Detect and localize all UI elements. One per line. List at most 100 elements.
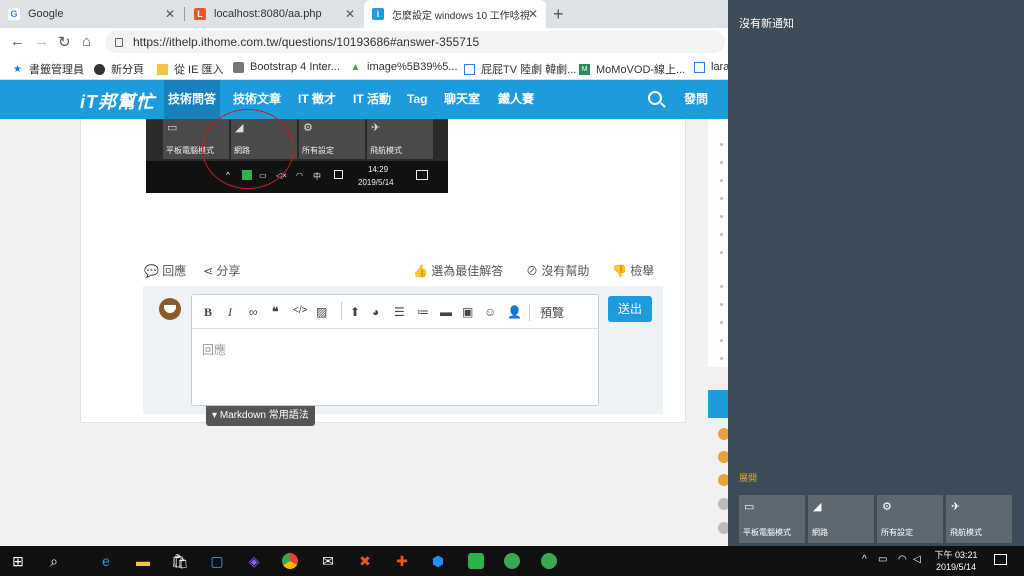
bookmark-item[interactable]: ★ 書籤管理員	[12, 61, 84, 77]
tablet-icon: ▭	[744, 501, 755, 513]
tab-localhost[interactable]: L localhost:8080/aa.php ✕	[186, 0, 363, 28]
italic-icon[interactable]: I	[228, 305, 232, 320]
nav-tag[interactable]: Tag	[403, 80, 431, 119]
bookmark-item[interactable]: lara	[694, 61, 729, 73]
code-icon[interactable]: </>	[293, 305, 307, 316]
nav-chat[interactable]: 聊天室	[440, 80, 484, 119]
wifi-icon[interactable]: ◠	[898, 554, 907, 565]
report-link[interactable]: 👎 檢舉	[612, 262, 654, 279]
ordered-list-icon[interactable]: ☰	[394, 305, 405, 319]
no-help-link[interactable]: ⊘ 沒有幫助	[526, 262, 589, 279]
nav-questions[interactable]: 技術問答	[164, 80, 221, 119]
tool-icon[interactable]: ✚	[392, 551, 412, 571]
clock-time: 下午 03:21	[934, 550, 978, 560]
star-icon: ★	[13, 63, 22, 75]
reload-icon[interactable]: ↻	[58, 33, 71, 51]
action-center-icon[interactable]	[994, 554, 1007, 565]
close-tab-icon[interactable]: ✕	[165, 7, 175, 21]
url-input[interactable]: https://ithelp.ithome.com.tw/questions/1…	[105, 31, 725, 53]
search-icon[interactable]	[648, 91, 662, 105]
reply-link[interactable]: 💬 回應	[144, 262, 186, 279]
xampp-icon[interactable]: ✖	[355, 551, 375, 571]
windows-taskbar: ⊞ ⌕ e ▬ 🛍 ▢ ◈ ✉ ✖ ✚ ⬢ ^ ▭ ◠ ◁ 下午 03:21 2…	[0, 546, 1024, 576]
youtube-icon[interactable]: ▣	[462, 305, 473, 319]
best-answer-link[interactable]: 👍 選為最佳解答	[413, 262, 503, 279]
app-icon[interactable]	[502, 551, 522, 571]
markdown-help-button[interactable]: ▾ Markdown 常用語法	[206, 406, 315, 426]
close-tab-icon[interactable]: ✕	[528, 7, 538, 21]
wifi-icon: ◠	[296, 171, 303, 180]
bookmark-item[interactable]: 從 IE 匯入	[157, 61, 224, 77]
embedded-time: 14:29	[368, 165, 389, 174]
visual-studio-icon[interactable]: ◈	[244, 551, 264, 571]
search-icon[interactable]: ⌕	[44, 551, 64, 571]
no-notifications-text: 沒有新通知	[739, 18, 794, 30]
user-icon[interactable]: 👤	[507, 305, 522, 319]
tag-icon[interactable]: ⬢	[428, 551, 448, 571]
site-navbar: iT邦幫忙 技術問答 技術文章 IT 徵才 IT 活動 Tag 聊天室 鐵人賽 …	[0, 80, 728, 119]
action-center-panel: 沒有新通知 展開 ▭ 平板電腦模式 ◢ 網路 ⚙ 所有設定 ✈ 飛航模式	[728, 0, 1024, 546]
new-tab-button[interactable]: +	[553, 4, 564, 25]
windows-start-icon[interactable]: ⊞	[8, 551, 28, 571]
gear-icon: ⚙	[303, 122, 313, 134]
nav-jobs[interactable]: IT 徵才	[294, 80, 340, 119]
expand-link[interactable]: 展開	[739, 471, 757, 484]
airplane-mode-tile[interactable]: ✈ 飛航模式	[946, 495, 1012, 543]
share-link[interactable]: ⋖ 分享	[203, 262, 240, 279]
bold-icon[interactable]: B	[204, 305, 212, 320]
bookmark-item[interactable]: M MoMoVOD-線上...	[579, 61, 685, 77]
thumbs-up-icon: 👍	[413, 264, 428, 278]
bookmark-item[interactable]: 新分頁	[94, 61, 144, 77]
airplane-icon: ✈	[951, 501, 961, 513]
bookmark-item[interactable]: Bootstrap 4 Inter...	[233, 61, 340, 73]
app-icon[interactable]	[539, 551, 559, 571]
reply-editor: B I ∞ ❝ </> ▨ ⬆ ◕ ☰ ≔ ▬ ▣ ☺ 👤 預覽 回應	[191, 294, 599, 406]
unordered-list-icon[interactable]: ≔	[417, 305, 429, 319]
emoji-icon[interactable]: ☺	[484, 305, 496, 319]
file-explorer-icon[interactable]: ▬	[133, 551, 153, 571]
back-icon[interactable]: ←	[10, 33, 25, 50]
volume-icon[interactable]: ◁	[913, 554, 921, 565]
share-icon: ⋖	[203, 264, 214, 278]
chevron-up-icon[interactable]: ^	[862, 554, 867, 565]
page-icon	[233, 61, 244, 73]
xampp-icon: L	[194, 8, 206, 20]
avatar	[159, 298, 181, 320]
preview-button[interactable]: 預覽	[529, 304, 564, 321]
network-tile[interactable]: ◢ 網路	[808, 495, 874, 543]
ban-icon: ⊘	[526, 264, 539, 278]
chart-icon[interactable]: ◕	[372, 305, 379, 319]
quote-icon[interactable]: ❝	[272, 305, 278, 319]
bookmark-item[interactable]: 屁屁TV 陸劇 韓劇...	[464, 61, 576, 77]
embedded-screenshot: ▭ 平板電腦模式 ◢ 網路 ⚙ 所有設定 ✈ 飛航模式 ^ ▭ ◁× ◠ 中 14:29…	[146, 109, 448, 193]
network-icon: ◢	[813, 501, 822, 513]
image-icon[interactable]: ▨	[316, 305, 327, 319]
lock-icon	[115, 37, 123, 47]
edge-icon[interactable]: e	[96, 551, 116, 571]
system-clock[interactable]: 下午 03:21 2019/5/14	[928, 549, 984, 573]
site-logo[interactable]: iT邦幫忙	[80, 88, 155, 114]
tab-title: 怎麼設定 windows 10 工作唸視	[392, 10, 530, 22]
battery-icon[interactable]: ▭	[878, 554, 887, 565]
reply-textarea[interactable]: 回應	[202, 341, 226, 358]
store-icon[interactable]: 🛍	[170, 551, 190, 571]
ask-button[interactable]: 發問	[680, 80, 712, 119]
tab-google[interactable]: G Google ✕	[0, 0, 183, 28]
line-icon[interactable]	[466, 551, 486, 571]
mail-icon[interactable]: ✉	[318, 551, 338, 571]
link-icon[interactable]: ∞	[249, 305, 258, 319]
nav-ironman[interactable]: 鐵人賽	[494, 80, 538, 119]
all-settings-tile[interactable]: ⚙ 所有設定	[877, 495, 943, 543]
bookmark-item[interactable]: ▲ image%5B39%5...	[350, 61, 458, 73]
chrome-icon[interactable]	[280, 551, 300, 571]
home-icon[interactable]: ⌂	[82, 33, 91, 50]
tablet-mode-tile[interactable]: ▭ 平板電腦模式	[739, 495, 805, 543]
send-button[interactable]: 送出	[608, 296, 652, 322]
window-icon[interactable]: ▢	[207, 551, 227, 571]
nav-events[interactable]: IT 活動	[349, 80, 395, 119]
forward-icon[interactable]: →	[34, 33, 49, 50]
horizontal-rule-icon[interactable]: ▬	[440, 305, 452, 319]
tab-ithome[interactable]: i 怎麼設定 windows 10 工作唸視 ✕	[364, 0, 546, 28]
upload-icon[interactable]: ⬆	[350, 305, 360, 319]
close-tab-icon[interactable]: ✕	[345, 7, 355, 21]
